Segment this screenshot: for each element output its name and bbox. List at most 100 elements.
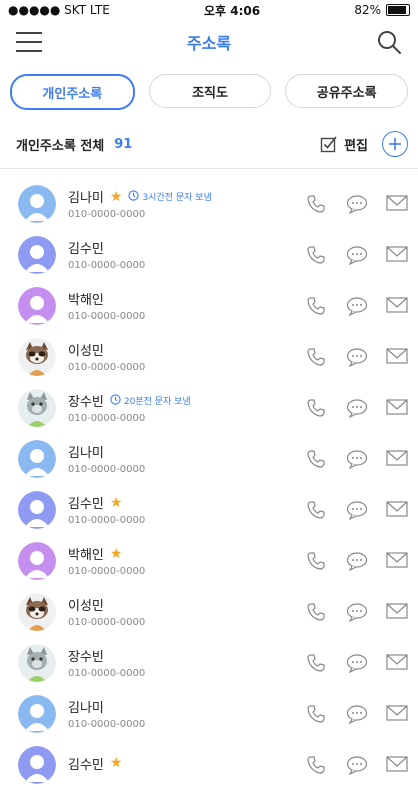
contact-actions — [306, 602, 408, 622]
contact-row[interactable]: 김수민 ★ 010-0000-0000 — [0, 484, 418, 535]
envelope-icon[interactable] — [386, 704, 408, 724]
tab-org-chart[interactable]: 조직도 — [148, 74, 272, 108]
contact-row[interactable]: 장수빈 20분전 문자 보냄 010-0000-0000 — [0, 382, 418, 433]
star-icon: ★ — [109, 755, 123, 771]
contact-info: 이성민 010-0000-0000 — [68, 341, 306, 373]
chat-bubble-icon[interactable] — [346, 755, 368, 775]
phone-icon[interactable] — [306, 449, 326, 469]
app-header: 주소록 — [0, 20, 418, 64]
envelope-icon[interactable] — [386, 551, 408, 571]
chat-bubble-icon[interactable] — [346, 551, 368, 571]
contact-list: 김나미 ★ 3시간전 문자 보냄 010-0000-0000 김수민 010-0000-0… — [0, 178, 418, 790]
contact-actions — [306, 704, 408, 724]
note-text: 3시간전 문자 보냄 — [142, 193, 212, 203]
avatar — [18, 490, 56, 529]
star-icon: ★ — [109, 188, 123, 205]
contact-phone-number: 010-0000-0000 — [68, 361, 146, 373]
contact-info: 김수민 010-0000-0000 — [68, 239, 306, 271]
chat-bubble-icon[interactable] — [346, 398, 368, 418]
envelope-icon[interactable] — [386, 653, 408, 673]
phone-icon[interactable] — [306, 551, 326, 571]
contact-phone-number: 010-0000-0000 — [68, 616, 146, 628]
contact-row[interactable]: 김나미 010-0000-0000 — [0, 688, 418, 739]
contact-info: 김수민 ★ — [68, 754, 306, 775]
contact-row[interactable]: 박해인 ★ 010-0000-0000 — [0, 535, 418, 586]
contact-name: 김나미 — [68, 446, 104, 461]
envelope-icon[interactable] — [386, 245, 408, 265]
avatar — [18, 745, 56, 784]
contact-phone-number: 010-0000-0000 — [68, 718, 146, 730]
plus-icon — [389, 138, 401, 150]
contacts-summary: 개인주소록 전체 91 편집 — [0, 120, 418, 169]
contact-name: 이성민 — [68, 344, 104, 359]
contact-row[interactable]: 김수민 ★ — [0, 739, 418, 790]
avatar — [18, 439, 56, 478]
phone-icon[interactable] — [306, 296, 326, 316]
contact-actions — [306, 245, 408, 265]
phone-icon[interactable] — [306, 704, 326, 724]
avatar — [18, 541, 56, 580]
contact-phone-number: 010-0000-0000 — [68, 310, 146, 322]
contact-name: 장수빈 — [68, 650, 104, 665]
battery-percent: 82% — [354, 3, 381, 17]
envelope-icon[interactable] — [386, 602, 408, 622]
chat-bubble-icon[interactable] — [346, 602, 368, 622]
contact-actions — [306, 398, 408, 418]
phone-icon[interactable] — [306, 755, 326, 775]
chat-bubble-icon[interactable] — [346, 296, 368, 316]
contact-actions — [306, 653, 408, 673]
contact-actions — [306, 449, 408, 469]
contact-name: 김수민 — [68, 757, 104, 773]
hamburger-icon[interactable] — [16, 32, 42, 52]
phone-icon[interactable] — [306, 347, 326, 367]
contact-phone-number: 010-0000-0000 — [68, 412, 146, 424]
add-contact-button[interactable] — [382, 131, 408, 157]
edit-button[interactable]: 편집 — [320, 135, 368, 154]
envelope-icon[interactable] — [386, 755, 408, 775]
chat-bubble-icon[interactable] — [346, 245, 368, 265]
envelope-icon[interactable] — [386, 500, 408, 520]
envelope-icon[interactable] — [386, 449, 408, 469]
contact-name: 박해인 — [68, 548, 104, 563]
chat-bubble-icon[interactable] — [346, 449, 368, 469]
contact-info: 김나미 010-0000-0000 — [68, 443, 306, 475]
envelope-icon[interactable] — [386, 194, 408, 214]
phone-icon[interactable] — [306, 602, 326, 622]
phone-icon[interactable] — [306, 500, 326, 520]
contact-name: 김나미 — [68, 701, 104, 716]
contact-row[interactable]: 박해인 010-0000-0000 — [0, 280, 418, 331]
contact-row[interactable]: 이성민 010-0000-0000 — [0, 586, 418, 637]
chat-bubble-icon[interactable] — [346, 704, 368, 724]
chat-bubble-icon[interactable] — [346, 653, 368, 673]
contact-phone-number: 010-0000-0000 — [68, 667, 146, 679]
contact-row[interactable]: 김나미 ★ 3시간전 문자 보냄 010-0000-0000 — [0, 178, 418, 229]
clock-time: 오후 4:06 — [204, 3, 261, 18]
phone-icon[interactable] — [306, 245, 326, 265]
contact-row[interactable]: 김나미 010-0000-0000 — [0, 433, 418, 484]
chat-bubble-icon[interactable] — [346, 194, 368, 214]
contact-row[interactable]: 김수민 010-0000-0000 — [0, 229, 418, 280]
status-bar: ●●●●● SKT LTE 오후 4:06 82% — [0, 0, 418, 20]
phone-icon[interactable] — [306, 398, 326, 418]
note-text: 20분전 문자 보냄 — [123, 397, 191, 407]
envelope-icon[interactable] — [386, 296, 408, 316]
contact-name: 김나미 — [68, 191, 104, 206]
search-icon[interactable] — [376, 29, 402, 55]
chat-bubble-icon[interactable] — [346, 347, 368, 367]
contact-info: 김나미 010-0000-0000 — [68, 698, 306, 730]
contact-info: 김나미 ★ 3시간전 문자 보냄 010-0000-0000 — [68, 188, 306, 220]
tab-shared-contacts[interactable]: 공유주소록 — [285, 74, 409, 108]
tab-personal-contacts[interactable]: 개인주소록 — [10, 74, 135, 110]
contact-info: 이성민 010-0000-0000 — [68, 596, 306, 628]
contact-row[interactable]: 장수빈 010-0000-0000 — [0, 637, 418, 688]
envelope-icon[interactable] — [386, 347, 408, 367]
phone-icon[interactable] — [306, 194, 326, 214]
envelope-icon[interactable] — [386, 398, 408, 418]
avatar — [18, 388, 56, 427]
contact-row[interactable]: 이성민 010-0000-0000 — [0, 331, 418, 382]
phone-icon[interactable] — [306, 653, 326, 673]
star-icon: ★ — [109, 545, 123, 562]
chat-bubble-icon[interactable] — [346, 500, 368, 520]
contact-name: 이성민 — [68, 599, 104, 614]
carrier-label: ●●●●● SKT LTE — [8, 3, 110, 17]
